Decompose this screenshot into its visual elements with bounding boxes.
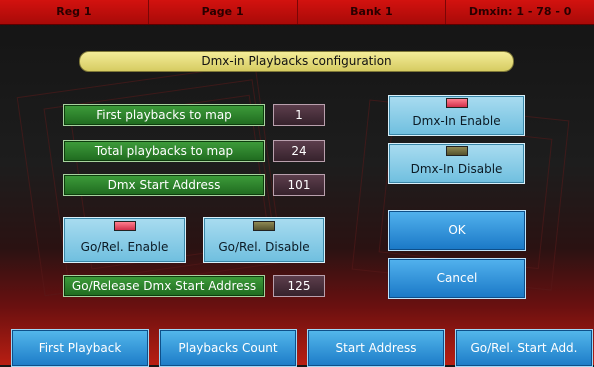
gorel-disable-button[interactable]: Go/Rel. Disable xyxy=(203,217,325,263)
cancel-button[interactable]: Cancel xyxy=(388,258,526,299)
led-off-icon xyxy=(445,146,468,156)
tab-playbacks-count[interactable]: Playbacks Count xyxy=(159,329,297,367)
status-dmxin: Dmxin: 1 - 78 - 0 xyxy=(468,5,572,18)
status-page: Page 1 xyxy=(149,0,298,24)
ok-button[interactable]: OK xyxy=(388,210,526,251)
dmxin-disable-button[interactable]: Dmx-In Disable xyxy=(388,143,525,184)
led-on-icon xyxy=(113,221,136,231)
total-playbacks-value[interactable]: 24 xyxy=(273,140,325,162)
status-bank: Bank 1 xyxy=(298,0,447,24)
dmx-start-address-label: Dmx Start Address xyxy=(63,174,265,196)
dmxin-enable-label: Dmx-In Enable xyxy=(412,114,501,128)
gorel-enable-label: Go/Rel. Enable xyxy=(80,240,169,254)
gorel-disable-label: Go/Rel. Disable xyxy=(218,240,310,254)
tab-start-address[interactable]: Start Address xyxy=(307,329,445,367)
first-playbacks-value[interactable]: 1 xyxy=(273,104,325,126)
dmx-start-address-value[interactable]: 101 xyxy=(273,174,325,196)
bottom-toolbar: First Playback Playbacks Count Start Add… xyxy=(0,329,594,367)
led-off-icon xyxy=(253,221,275,231)
gorel-start-address-label: Go/Release Dmx Start Address xyxy=(63,275,265,297)
first-playbacks-label: First playbacks to map xyxy=(63,104,265,126)
dmxin-disable-label: Dmx-In Disable xyxy=(410,162,503,176)
gorel-enable-button[interactable]: Go/Rel. Enable xyxy=(63,217,186,263)
status-reg: Reg 1 xyxy=(0,0,149,24)
status-bar: Reg 1 Page 1 Bank 1 Dmxin: 1 - 78 - 0 xyxy=(0,0,594,25)
dmxin-enable-button[interactable]: Dmx-In Enable xyxy=(388,95,525,136)
gorel-start-address-value[interactable]: 125 xyxy=(273,275,325,297)
tab-first-playback[interactable]: First Playback xyxy=(11,329,149,367)
tab-gorel-start-address[interactable]: Go/Rel. Start Add. xyxy=(455,329,593,367)
total-playbacks-label: Total playbacks to map xyxy=(63,140,265,162)
dialog-title: Dmx-in Playbacks configuration xyxy=(79,51,514,72)
led-on-icon xyxy=(445,98,468,108)
